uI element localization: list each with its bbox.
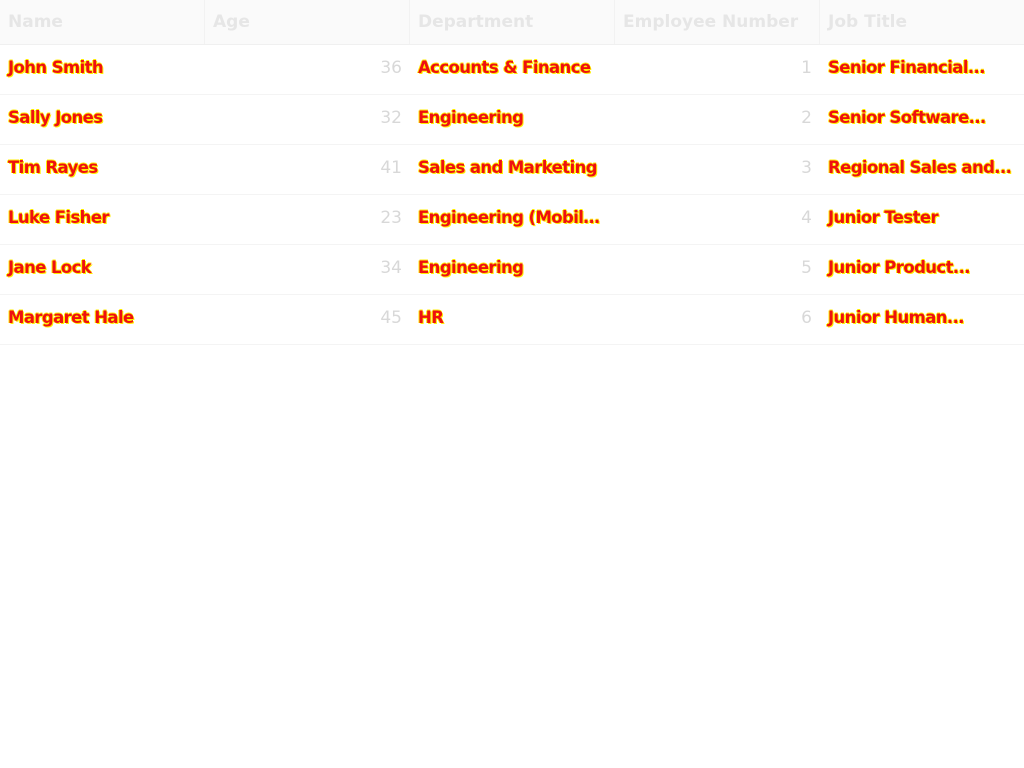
table-row[interactable]: Luke Fisher 23 Engineering (Mobile... 4 … [0,195,1024,245]
table-row[interactable]: Sally Jones 32 Engineering 2 Senior Soft… [0,95,1024,145]
table-row[interactable]: Jane Lock 34 Engineering 5 Junior Produc… [0,245,1024,295]
employee-grid: Name Age Department Employee Number Job … [0,0,1024,345]
column-header-department[interactable]: Department [410,0,615,44]
grid-body: John Smith 36 Accounts & Finance 1 Senio… [0,45,1024,345]
table-row[interactable]: Margaret Hale 45 HR 6 Junior Human... [0,295,1024,345]
cell-department[interactable]: Accounts & Finance [410,45,615,94]
cell-job-title[interactable]: Junior Human... [820,295,1024,344]
column-header-age[interactable]: Age [205,0,410,44]
column-header-employee-number[interactable]: Employee Number [615,0,820,44]
cell-employee-number[interactable]: 4 [615,195,820,244]
grid-header-row: Name Age Department Employee Number Job … [0,0,1024,45]
cell-department[interactable]: Engineering [410,95,615,144]
cell-age[interactable]: 45 [205,295,410,344]
cell-department[interactable]: HR [410,295,615,344]
column-header-name[interactable]: Name [0,0,205,44]
cell-age[interactable]: 36 [205,45,410,94]
cell-name[interactable]: Luke Fisher [0,195,205,244]
cell-name[interactable]: Sally Jones [0,95,205,144]
cell-age[interactable]: 41 [205,145,410,194]
cell-job-title[interactable]: Senior Financial... [820,45,1024,94]
cell-age[interactable]: 34 [205,245,410,294]
cell-name[interactable]: Margaret Hale [0,295,205,344]
cell-age[interactable]: 23 [205,195,410,244]
cell-job-title[interactable]: Junior Tester [820,195,1024,244]
column-header-job-title[interactable]: Job Title [820,0,1024,44]
cell-department[interactable]: Engineering [410,245,615,294]
cell-employee-number[interactable]: 3 [615,145,820,194]
cell-job-title[interactable]: Senior Software... [820,95,1024,144]
cell-employee-number[interactable]: 5 [615,245,820,294]
cell-age[interactable]: 32 [205,95,410,144]
table-row[interactable]: John Smith 36 Accounts & Finance 1 Senio… [0,45,1024,95]
cell-name[interactable]: Tim Rayes [0,145,205,194]
cell-employee-number[interactable]: 1 [615,45,820,94]
cell-department[interactable]: Engineering (Mobile... [410,195,615,244]
cell-employee-number[interactable]: 6 [615,295,820,344]
cell-name[interactable]: John Smith [0,45,205,94]
cell-department[interactable]: Sales and Marketing [410,145,615,194]
cell-job-title[interactable]: Junior Product... [820,245,1024,294]
cell-name[interactable]: Jane Lock [0,245,205,294]
cell-employee-number[interactable]: 2 [615,95,820,144]
cell-job-title[interactable]: Regional Sales and... [820,145,1024,194]
table-row[interactable]: Tim Rayes 41 Sales and Marketing 3 Regio… [0,145,1024,195]
